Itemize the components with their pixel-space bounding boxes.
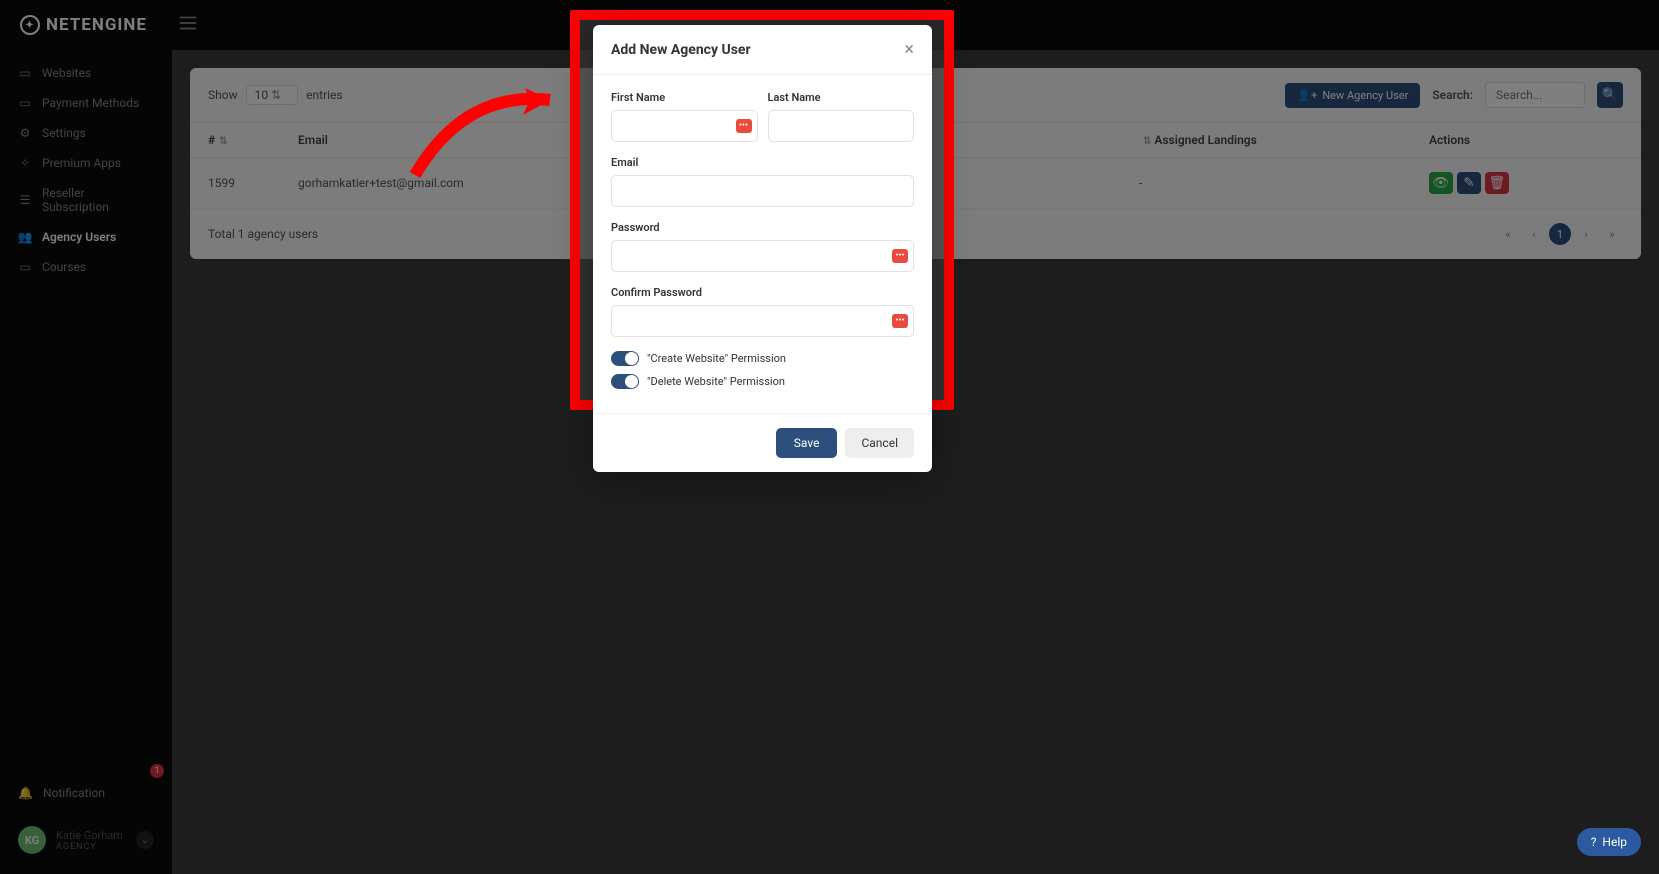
help-label: Help xyxy=(1602,835,1627,849)
modal-header: Add New Agency User × xyxy=(593,25,932,75)
password-label: Password xyxy=(611,221,914,234)
password-manager-icon[interactable]: ••• xyxy=(892,249,908,263)
add-user-modal: Add New Agency User × First Name ••• Las… xyxy=(593,25,932,472)
delete-website-toggle[interactable] xyxy=(611,374,639,389)
modal-title: Add New Agency User xyxy=(611,42,751,58)
confirm-password-input[interactable] xyxy=(611,305,914,337)
close-icon: × xyxy=(904,39,914,60)
delete-perm-label: "Delete Website" Permission xyxy=(647,375,785,388)
email-input[interactable] xyxy=(611,175,914,207)
password-manager-icon[interactable]: ••• xyxy=(892,314,908,328)
create-perm-label: "Create Website" Permission xyxy=(647,352,786,365)
first-name-label: First Name xyxy=(611,91,758,104)
email-label: Email xyxy=(611,156,914,169)
last-name-input[interactable] xyxy=(768,110,915,142)
help-icon: ? xyxy=(1591,835,1597,849)
modal-body: First Name ••• Last Name Email Password … xyxy=(593,75,932,413)
help-button[interactable]: ? Help xyxy=(1577,828,1641,856)
modal-footer: Save Cancel xyxy=(593,413,932,472)
save-button[interactable]: Save xyxy=(776,428,838,458)
create-website-toggle[interactable] xyxy=(611,351,639,366)
password-manager-icon[interactable]: ••• xyxy=(736,119,752,133)
last-name-label: Last Name xyxy=(768,91,915,104)
modal-close-button[interactable]: × xyxy=(904,39,914,60)
password-input[interactable] xyxy=(611,240,914,272)
confirm-password-label: Confirm Password xyxy=(611,286,914,299)
cancel-button[interactable]: Cancel xyxy=(845,428,914,458)
